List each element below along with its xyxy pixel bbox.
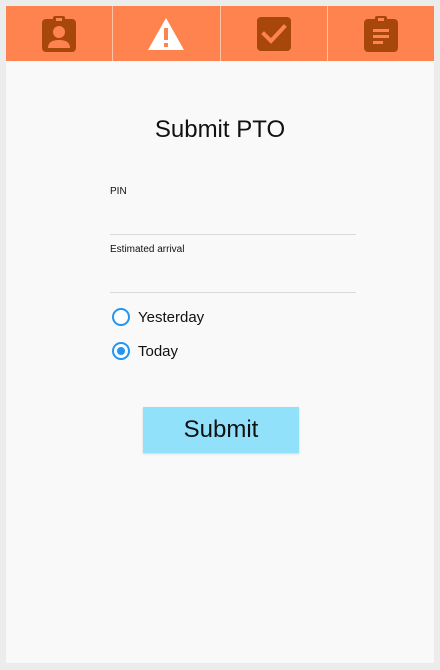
- clipboard-list-icon: [363, 15, 398, 52]
- arrival-field: Estimated arrival: [110, 244, 356, 293]
- radio-button-yesterday[interactable]: [112, 308, 130, 326]
- warning-icon: [148, 17, 185, 50]
- submit-button[interactable]: Submit: [143, 407, 299, 453]
- tab-bar: [6, 6, 434, 61]
- app-frame: Submit PTO PIN Estimated arrival Yesterd…: [6, 6, 434, 663]
- id-badge-icon: [42, 15, 77, 52]
- tab-profile[interactable]: [6, 6, 114, 61]
- radio-label-today: Today: [138, 342, 179, 360]
- page-title: Submit PTO: [154, 116, 286, 143]
- radio-option-today[interactable]: Today: [112, 342, 178, 360]
- tab-requests[interactable]: [328, 6, 434, 61]
- pin-input[interactable]: [110, 197, 356, 235]
- pin-field: PIN: [110, 186, 356, 235]
- radio-label-yesterday: Yesterday: [138, 308, 205, 326]
- arrival-label: Estimated arrival: [110, 244, 185, 255]
- checkbox-icon: [256, 16, 291, 51]
- tab-approvals[interactable]: [221, 6, 328, 61]
- pin-label: PIN: [110, 186, 127, 197]
- radio-button-today[interactable]: [112, 342, 130, 360]
- arrival-input[interactable]: [110, 255, 356, 293]
- tab-alerts[interactable]: [113, 6, 221, 61]
- radio-option-yesterday[interactable]: Yesterday: [112, 308, 204, 326]
